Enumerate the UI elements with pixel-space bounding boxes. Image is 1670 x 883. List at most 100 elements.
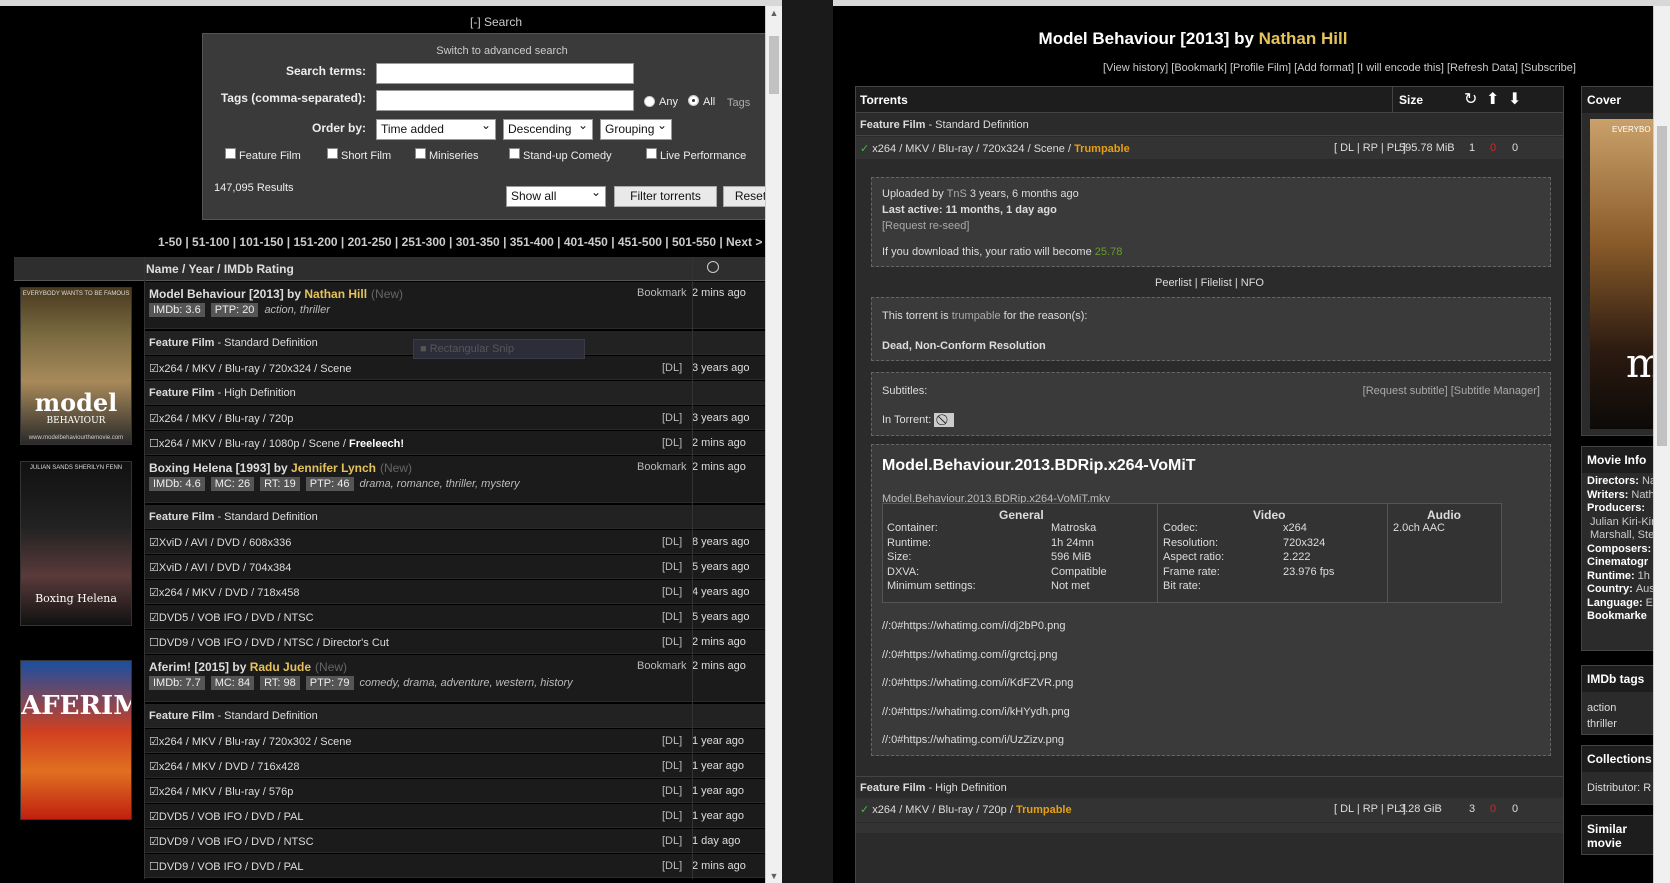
torrent-row-2[interactable]: ✓ x264 / MKV / Blu-ray / 720p / Trumpabl… (856, 798, 1563, 822)
dl-rp-pl-links[interactable]: [ DL | RP | PL ] (1334, 142, 1406, 154)
scroll-down-arrow-icon[interactable]: ▼ (766, 869, 782, 883)
dl-link[interactable]: [DL] (662, 412, 682, 424)
dl-link[interactable]: [DL] (662, 561, 682, 573)
movie-info-value[interactable]: Julian Kiri-Kiri, (1590, 516, 1660, 528)
torrent-row[interactable]: ☑DVD5 / VOB IFO / DVD / NTSC [DL] 5 years … (144, 605, 782, 629)
search-terms-input[interactable] (376, 63, 634, 84)
left-scroll-thumb[interactable] (769, 36, 779, 94)
short-film-checkbox[interactable] (327, 148, 338, 159)
peerlist-links[interactable]: Peerlist | Filelist | NFO (856, 277, 1563, 289)
checkbox-icon[interactable]: ☐ (149, 438, 159, 450)
torrent-row[interactable]: ☑x264 / MKV / Blu-ray / 720x302 / Scene [… (144, 729, 782, 753)
live-performance-checkbox[interactable] (646, 148, 657, 159)
page-title-director[interactable]: Nathan Hill (1259, 29, 1348, 48)
screenshot-link[interactable]: //:0#https://whatimg.com/i/KdFZVR.png (882, 677, 1073, 689)
torrent-row[interactable]: ☑x264 / MKV / Blu-ray / 720p [DL] 3 years … (144, 406, 782, 430)
torrent-row[interactable]: ☑DVD5 / VOB IFO / DVD / PAL [DL] 1 year ag… (144, 804, 782, 828)
clock-icon[interactable] (707, 261, 719, 273)
bookmark-link[interactable]: Bookmark (637, 660, 687, 672)
director-link[interactable]: Radu Jude (250, 660, 311, 674)
name-column-header[interactable]: Name / Year / IMDb Rating (146, 262, 294, 276)
movie-row[interactable]: Boxing Helena [1993] by Jennifer Lynch (N… (144, 456, 782, 503)
checkbox-icon[interactable]: ☑ (149, 413, 159, 425)
checkbox-icon[interactable]: ☑ (149, 562, 159, 574)
torrent-row[interactable]: ☐DVD9 / VOB IFO / DVD / NTSC / Director'… (144, 630, 782, 654)
movie-info-value[interactable]: Marshall, Stev (1590, 529, 1660, 541)
dl-link[interactable]: [DL] (662, 636, 682, 648)
screenshot-link[interactable]: //:0#https://whatimg.com/i/UzZizv.png (882, 734, 1064, 746)
torrent-row[interactable]: ☐x264 / MKV / Blu-ray / 1080p / Scene / … (144, 431, 782, 455)
dl-link[interactable]: [DL] (662, 611, 682, 623)
torrent-format[interactable]: x264 / MKV / Blu-ray / 720x302 / Scene (159, 736, 352, 748)
all-radio[interactable] (688, 95, 699, 106)
tags-link[interactable]: Tags (727, 97, 750, 109)
torrent-format[interactable]: x264 / MKV / DVD / 718x458 (159, 587, 300, 599)
grouping-select[interactable]: Grouping (600, 118, 672, 140)
torrent-format[interactable]: DVD9 / VOB IFO / DVD / NTSC (159, 836, 314, 848)
torrent-description-2[interactable]: x264 / MKV / Blu-ray / 720p / (872, 804, 1016, 816)
movie-poster[interactable]: JULIAN SANDS SHERILYN FENN Boxing Helena (20, 461, 132, 626)
torrent-row[interactable]: ☑XviD / AVI / DVD / 704x384 [DL] 5 years a… (144, 555, 782, 579)
torrent-format[interactable]: DVD5 / VOB IFO / DVD / NTSC (159, 612, 314, 624)
checkbox-icon[interactable]: ☑ (149, 736, 159, 748)
movie-title[interactable]: Aferim! [2015] by Radu Jude (New) (149, 660, 347, 674)
screenshot-link[interactable]: //:0#https://whatimg.com/i/kHYydh.png (882, 706, 1070, 718)
movie-poster[interactable]: EVERYBODY WANTS TO BE FAMOUS model BEHAVIO… (20, 287, 132, 445)
torrent-format[interactable]: x264 / MKV / Blu-ray / 576p (159, 786, 294, 798)
bookmark-link[interactable]: Bookmark (637, 461, 687, 473)
movie-poster[interactable]: AFERIM! (20, 660, 132, 820)
torrent-format[interactable]: DVD5 / VOB IFO / DVD / PAL (159, 811, 304, 823)
order-by-select[interactable]: Time added (376, 118, 496, 140)
torrent-row[interactable]: ☑XviD / AVI / DVD / 608x336 [DL] 8 years a… (144, 530, 782, 554)
torrent-format[interactable]: DVD9 / VOB IFO / DVD / NTSC / Director's… (159, 637, 389, 649)
checkbox-icon[interactable]: ☑ (149, 786, 159, 798)
seeders-icon[interactable]: ⬆ (1486, 89, 1499, 109)
size-column-header-right[interactable]: Size (1399, 93, 1423, 107)
filter-torrents-button[interactable]: Filter torrents (614, 186, 717, 207)
checkbox-icon[interactable]: ☑ (149, 836, 159, 848)
screenshot-link[interactable]: //:0#https://whatimg.com/i/grctcj.png (882, 649, 1057, 661)
uploader-link[interactable]: TnS (947, 188, 967, 200)
dl-link[interactable]: [DL] (662, 437, 682, 449)
torrent-row-1[interactable]: ✓ x264 / MKV / Blu-ray / 720x324 / Scene… (856, 137, 1563, 159)
checkbox-icon[interactable]: ☑ (149, 811, 159, 823)
show-select[interactable]: Show all (506, 185, 606, 207)
left-scrollbar[interactable]: ▲ ▼ (765, 6, 782, 883)
torrent-row[interactable]: ☑x264 / MKV / Blu-ray / 576p [DL] 1 year a… (144, 779, 782, 803)
pagination[interactable]: 1-50 | 51-100 | 101-150 | 151-200 | 201-… (158, 235, 782, 249)
dl-link[interactable]: [DL] (662, 835, 682, 847)
torrent-description[interactable]: x264 / MKV / Blu-ray / 720x324 / Scene / (872, 143, 1074, 155)
checkbox-icon[interactable]: ☑ (149, 587, 159, 599)
screenshot-link[interactable]: //:0#https://whatimg.com/i/dj2bP0.png (882, 620, 1065, 632)
torrent-format[interactable]: XviD / AVI / DVD / 608x336 (159, 537, 291, 549)
movie-title-text[interactable]: Model Behaviour [2013] by (149, 287, 304, 301)
feature-film-checkbox[interactable] (225, 148, 236, 159)
checkbox-icon[interactable]: ☑ (149, 537, 159, 549)
miniseries-checkbox[interactable] (415, 148, 426, 159)
right-scroll-thumb[interactable] (1657, 126, 1667, 446)
movie-title[interactable]: Model Behaviour [2013] by Nathan Hill (Ne… (149, 287, 403, 301)
standup-checkbox[interactable] (509, 148, 520, 159)
torrent-row[interactable]: ☑x264 / MKV / DVD / 716x428 [DL] 1 year ag… (144, 754, 782, 778)
movie-info-value[interactable]: Nath (1631, 489, 1654, 501)
snatched-icon[interactable]: ↻ (1464, 89, 1477, 109)
search-toggle-link[interactable]: [-] Search (470, 15, 522, 29)
movie-title-text[interactable]: Aferim! [2015] by (149, 660, 250, 674)
dl-link[interactable]: [DL] (662, 860, 682, 872)
torrent-row[interactable]: ☑x264 / MKV / Blu-ray / 720x324 / Scene [… (144, 356, 782, 380)
torrent-format[interactable]: x264 / MKV / DVD / 716x428 (159, 761, 300, 773)
torrent-row[interactable]: ☐DVD9 / VOB IFO / DVD / PAL [DL] 2 mins ag… (144, 854, 782, 878)
tags-input[interactable] (376, 90, 634, 111)
dl-rp-pl-links-2[interactable]: [ DL | RP | PL ] (1334, 803, 1406, 815)
direction-select[interactable]: Descending (503, 118, 593, 140)
dl-link[interactable]: [DL] (662, 536, 682, 548)
movie-info-value[interactable]: E (1646, 597, 1653, 609)
scroll-up-arrow-icon[interactable]: ▲ (766, 6, 782, 20)
request-reseed-link[interactable]: [Request re-seed] (882, 220, 1540, 232)
bookmark-link[interactable]: Bookmark (637, 287, 687, 299)
dl-link[interactable]: [DL] (662, 586, 682, 598)
movie-row[interactable]: Model Behaviour [2013] by Nathan Hill (Ne… (144, 282, 782, 329)
movie-title-text[interactable]: Boxing Helena [1993] by (149, 461, 291, 475)
torrent-format[interactable]: XviD / AVI / DVD / 704x384 (159, 562, 291, 574)
torrent-row[interactable]: ☑x264 / MKV / DVD / 718x458 [DL] 4 years a… (144, 580, 782, 604)
